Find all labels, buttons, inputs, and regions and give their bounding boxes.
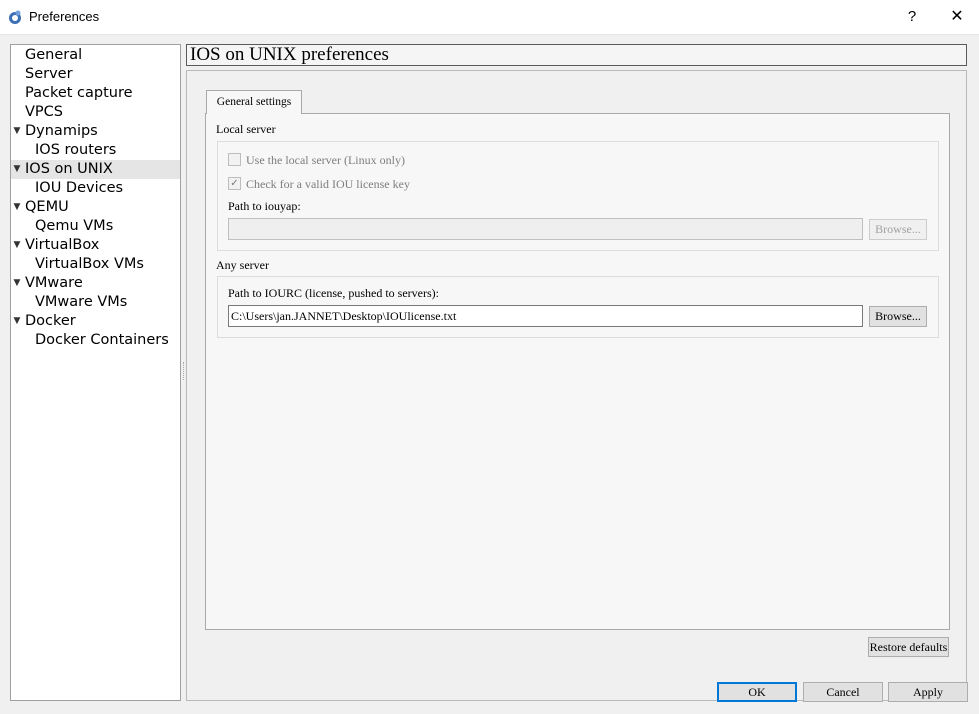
iouyap-path-input[interactable] <box>228 218 863 240</box>
apply-button[interactable]: Apply <box>888 682 968 702</box>
use-local-server-checkbox[interactable] <box>228 153 241 166</box>
close-button[interactable]: ✕ <box>937 0 977 34</box>
expand-arrow-icon[interactable]: ▼ <box>11 236 23 255</box>
iourc-path-input[interactable]: C:\Users\jan.JANNET\Desktop\IOUlicense.t… <box>228 305 863 327</box>
check-license-checkbox[interactable]: ✓ <box>228 177 241 190</box>
tree-item-general[interactable]: General <box>11 46 180 65</box>
any-server-label: Any server <box>216 258 269 272</box>
local-server-label: Local server <box>216 122 276 136</box>
tree-item-qemu-vms[interactable]: Qemu VMs <box>11 217 180 236</box>
tree-item-docker-containers[interactable]: Docker Containers <box>11 331 180 350</box>
tree-item-ios-routers[interactable]: IOS routers <box>11 141 180 160</box>
tree-item-vmware-vms[interactable]: VMware VMs <box>11 293 180 312</box>
tree-item-vmware[interactable]: ▼ VMware <box>11 274 180 293</box>
tree-item-iou-devices[interactable]: IOU Devices <box>11 179 180 198</box>
restore-defaults-button[interactable]: Restore defaults <box>868 637 949 657</box>
expand-arrow-icon[interactable]: ▼ <box>11 122 23 141</box>
tree-item-server[interactable]: Server <box>11 65 180 84</box>
cancel-button[interactable]: Cancel <box>803 682 883 702</box>
title-bar: Preferences ? ✕ <box>0 0 979 35</box>
help-button[interactable]: ? <box>892 0 932 34</box>
preferences-tree: General Server Packet capture VPCS ▼ Dyna… <box>10 44 181 701</box>
tab-general-settings[interactable]: General settings <box>206 90 302 114</box>
tree-item-virtualbox-vms[interactable]: VirtualBox VMs <box>11 255 180 274</box>
expand-arrow-icon[interactable]: ▼ <box>11 160 23 179</box>
tree-item-vpcs[interactable]: VPCS <box>11 103 180 122</box>
iouyap-browse-button[interactable]: Browse... <box>869 219 927 240</box>
tree-item-packet-capture[interactable]: Packet capture <box>11 84 180 103</box>
expand-arrow-icon[interactable]: ▼ <box>11 312 23 331</box>
tree-item-qemu[interactable]: ▼ QEMU <box>11 198 180 217</box>
tree-item-virtualbox[interactable]: ▼ VirtualBox <box>11 236 180 255</box>
window-title: Preferences <box>29 9 100 24</box>
tree-item-docker[interactable]: ▼ Docker <box>11 312 180 331</box>
iouyap-path-label: Path to iouyap: <box>228 199 301 213</box>
expand-arrow-icon[interactable]: ▼ <box>11 274 23 293</box>
iourc-path-label: Path to IOURC (license, pushed to server… <box>228 286 439 300</box>
gns3-app-icon <box>9 10 21 24</box>
iourc-browse-button[interactable]: Browse... <box>869 306 927 327</box>
ok-button[interactable]: OK <box>717 682 797 702</box>
tree-item-ios-on-unix[interactable]: ▼ IOS on UNIX <box>11 160 180 179</box>
expand-arrow-icon[interactable]: ▼ <box>11 198 23 217</box>
tree-item-dynamips[interactable]: ▼ Dynamips <box>11 122 180 141</box>
page-title: IOS on UNIX preferences <box>186 44 967 66</box>
